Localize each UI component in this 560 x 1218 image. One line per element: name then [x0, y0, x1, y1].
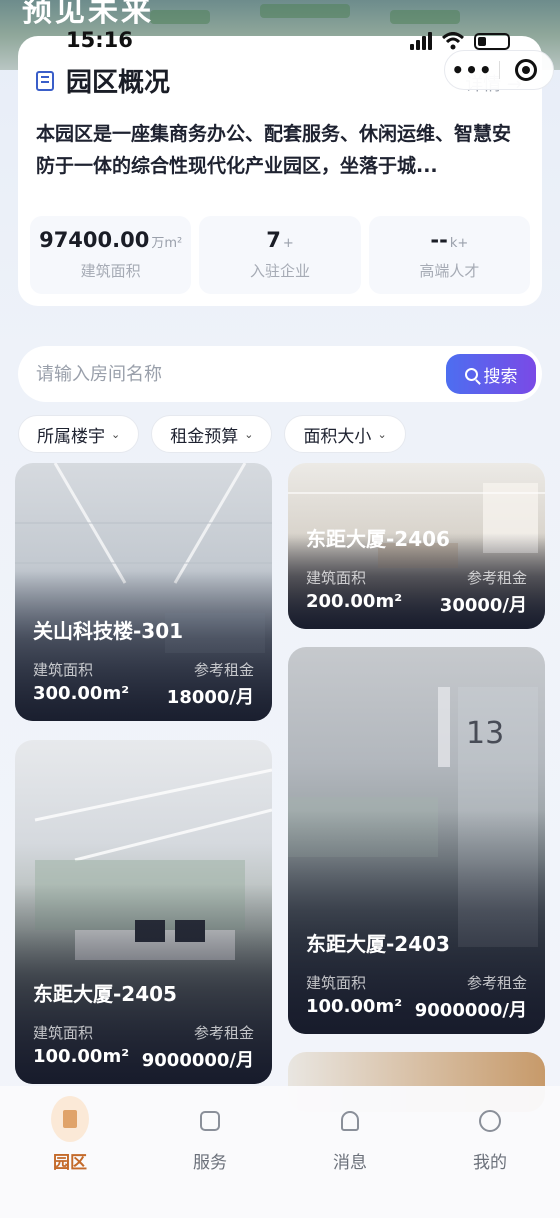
room-values: 300.00m² 18000/月: [33, 683, 254, 709]
room-values: 100.00m² 9000000/月: [306, 996, 527, 1022]
room-name: 关山科技楼-301: [33, 619, 184, 643]
rent-value: 18000/月: [166, 687, 254, 708]
filter-area-size[interactable]: 面积大小 ⌄: [284, 415, 406, 453]
room-labels: 建筑面积 参考租金: [33, 659, 254, 680]
stat-enterprises: 7 + 入驻企业: [199, 216, 361, 294]
stat-unit: +: [282, 236, 294, 251]
mini-program-capsule: •••: [444, 50, 554, 90]
tab-profile[interactable]: 我的: [420, 1086, 560, 1218]
chevron-down-icon: ⌄: [377, 427, 387, 441]
overview-title: 园区概况: [66, 68, 171, 98]
stat-building-area: 97400.00 万m² 建筑面积: [30, 216, 192, 294]
tab-label: 服务: [193, 1153, 227, 1173]
tab-label: 我的: [473, 1153, 507, 1173]
filter-bar: 所属楼宇 ⌄ 租金预算 ⌄ 面积大小 ⌄: [18, 415, 406, 453]
area-value: 100.00m²: [306, 996, 403, 1017]
room-name: 东距大厦-2406: [306, 527, 450, 551]
area-value: 200.00m²: [306, 591, 403, 612]
filter-rent-budget[interactable]: 租金预算 ⌄: [151, 415, 273, 453]
room-labels: 建筑面积 参考租金: [306, 567, 527, 588]
stat-value: --: [430, 228, 448, 252]
tab-label: 消息: [333, 1153, 367, 1173]
stat-label: 建筑面积: [80, 262, 141, 280]
target-icon: [515, 59, 538, 81]
room-card[interactable]: 东距大厦-2405 建筑面积 参考租金 100.00m² 9000000/月: [15, 740, 272, 1084]
wifi-icon: [442, 32, 464, 50]
stat-value: 7: [266, 228, 281, 252]
area-label: 建筑面积: [33, 661, 94, 679]
rent-label: 参考租金: [193, 661, 254, 679]
status-icons: [410, 32, 510, 50]
filter-label: 面积大小: [303, 426, 372, 447]
bottom-tab-bar: 园区 服务 消息 我的: [0, 1086, 560, 1218]
profile-icon: [471, 1102, 509, 1140]
room-card[interactable]: 关山科技楼-301 建筑面积 参考租金 300.00m² 18000/月: [15, 463, 272, 721]
park-icon: [51, 1096, 89, 1142]
close-mini-program-button[interactable]: [500, 59, 553, 81]
area-label: 建筑面积: [33, 1024, 94, 1042]
bell-icon: [331, 1102, 369, 1140]
battery-icon: [474, 32, 510, 50]
rent-label: 参考租金: [466, 974, 527, 992]
area-label: 建筑面积: [306, 569, 367, 587]
cellular-signal-icon: [410, 32, 432, 50]
room-labels: 建筑面积 参考租金: [33, 1022, 254, 1043]
tab-service[interactable]: 服务: [140, 1086, 280, 1218]
room-card[interactable]: 东距大厦-2406 建筑面积 参考租金 200.00m² 30000/月: [288, 463, 545, 629]
more-options-icon[interactable]: •••: [445, 58, 499, 82]
rent-value: 30000/月: [439, 595, 527, 616]
stat-talents: -- k+ 高端人才: [368, 216, 530, 294]
area-value: 100.00m²: [33, 1046, 130, 1067]
hero-title: 预见未来: [22, 0, 154, 29]
room-name: 东距大厦-2405: [33, 982, 177, 1006]
svg-text:13: 13: [466, 716, 504, 751]
area-label: 建筑面积: [306, 974, 367, 992]
rent-label: 参考租金: [466, 569, 527, 587]
search-icon: [464, 367, 478, 381]
area-value: 300.00m²: [33, 683, 130, 704]
filter-label: 租金预算: [170, 426, 239, 447]
stat-unit: 万m²: [151, 236, 183, 251]
search-input[interactable]: [36, 346, 436, 402]
filter-building[interactable]: 所属楼宇 ⌄: [18, 415, 140, 453]
overview-description: 本园区是一座集商务办公、配套服务、休闲运维、智慧安防于一体的综合性现代化产业园区…: [36, 123, 512, 177]
rent-value: 9000000/月: [141, 1050, 254, 1071]
status-time: 15:16: [66, 28, 133, 52]
stat-label: 高端人才: [419, 262, 480, 280]
tab-messages[interactable]: 消息: [280, 1086, 420, 1218]
chevron-down-icon: ⌄: [244, 427, 254, 441]
stat-unit: k+: [449, 236, 469, 251]
overview-stats: 97400.00 万m² 建筑面积 7 + 入驻企业 -- k+ 高端人才: [30, 216, 530, 294]
stat-value: 97400.00: [39, 228, 150, 252]
room-values: 100.00m² 9000000/月: [33, 1046, 254, 1072]
tab-park[interactable]: 园区: [0, 1086, 140, 1218]
room-card[interactable]: 13 东距大厦-2403 建筑面积 参考租金 100.00m² 9000000/…: [288, 647, 545, 1034]
search-button-label: 搜索: [483, 366, 518, 387]
chevron-down-icon: ⌄: [111, 427, 121, 441]
search-bar: 搜索: [18, 346, 542, 402]
room-labels: 建筑面积 参考租金: [306, 972, 527, 993]
stat-label: 入驻企业: [249, 262, 310, 280]
room-values: 200.00m² 30000/月: [306, 591, 527, 617]
filter-label: 所属楼宇: [37, 426, 105, 447]
rent-label: 参考租金: [193, 1024, 254, 1042]
building-icon: [36, 70, 54, 91]
search-button[interactable]: 搜索: [446, 354, 536, 394]
rent-value: 9000000/月: [414, 1000, 527, 1021]
tab-label: 园区: [53, 1153, 87, 1173]
overview-header: 园区概况: [36, 62, 170, 99]
room-name: 东距大厦-2403: [306, 932, 450, 956]
service-icon: [191, 1102, 229, 1140]
